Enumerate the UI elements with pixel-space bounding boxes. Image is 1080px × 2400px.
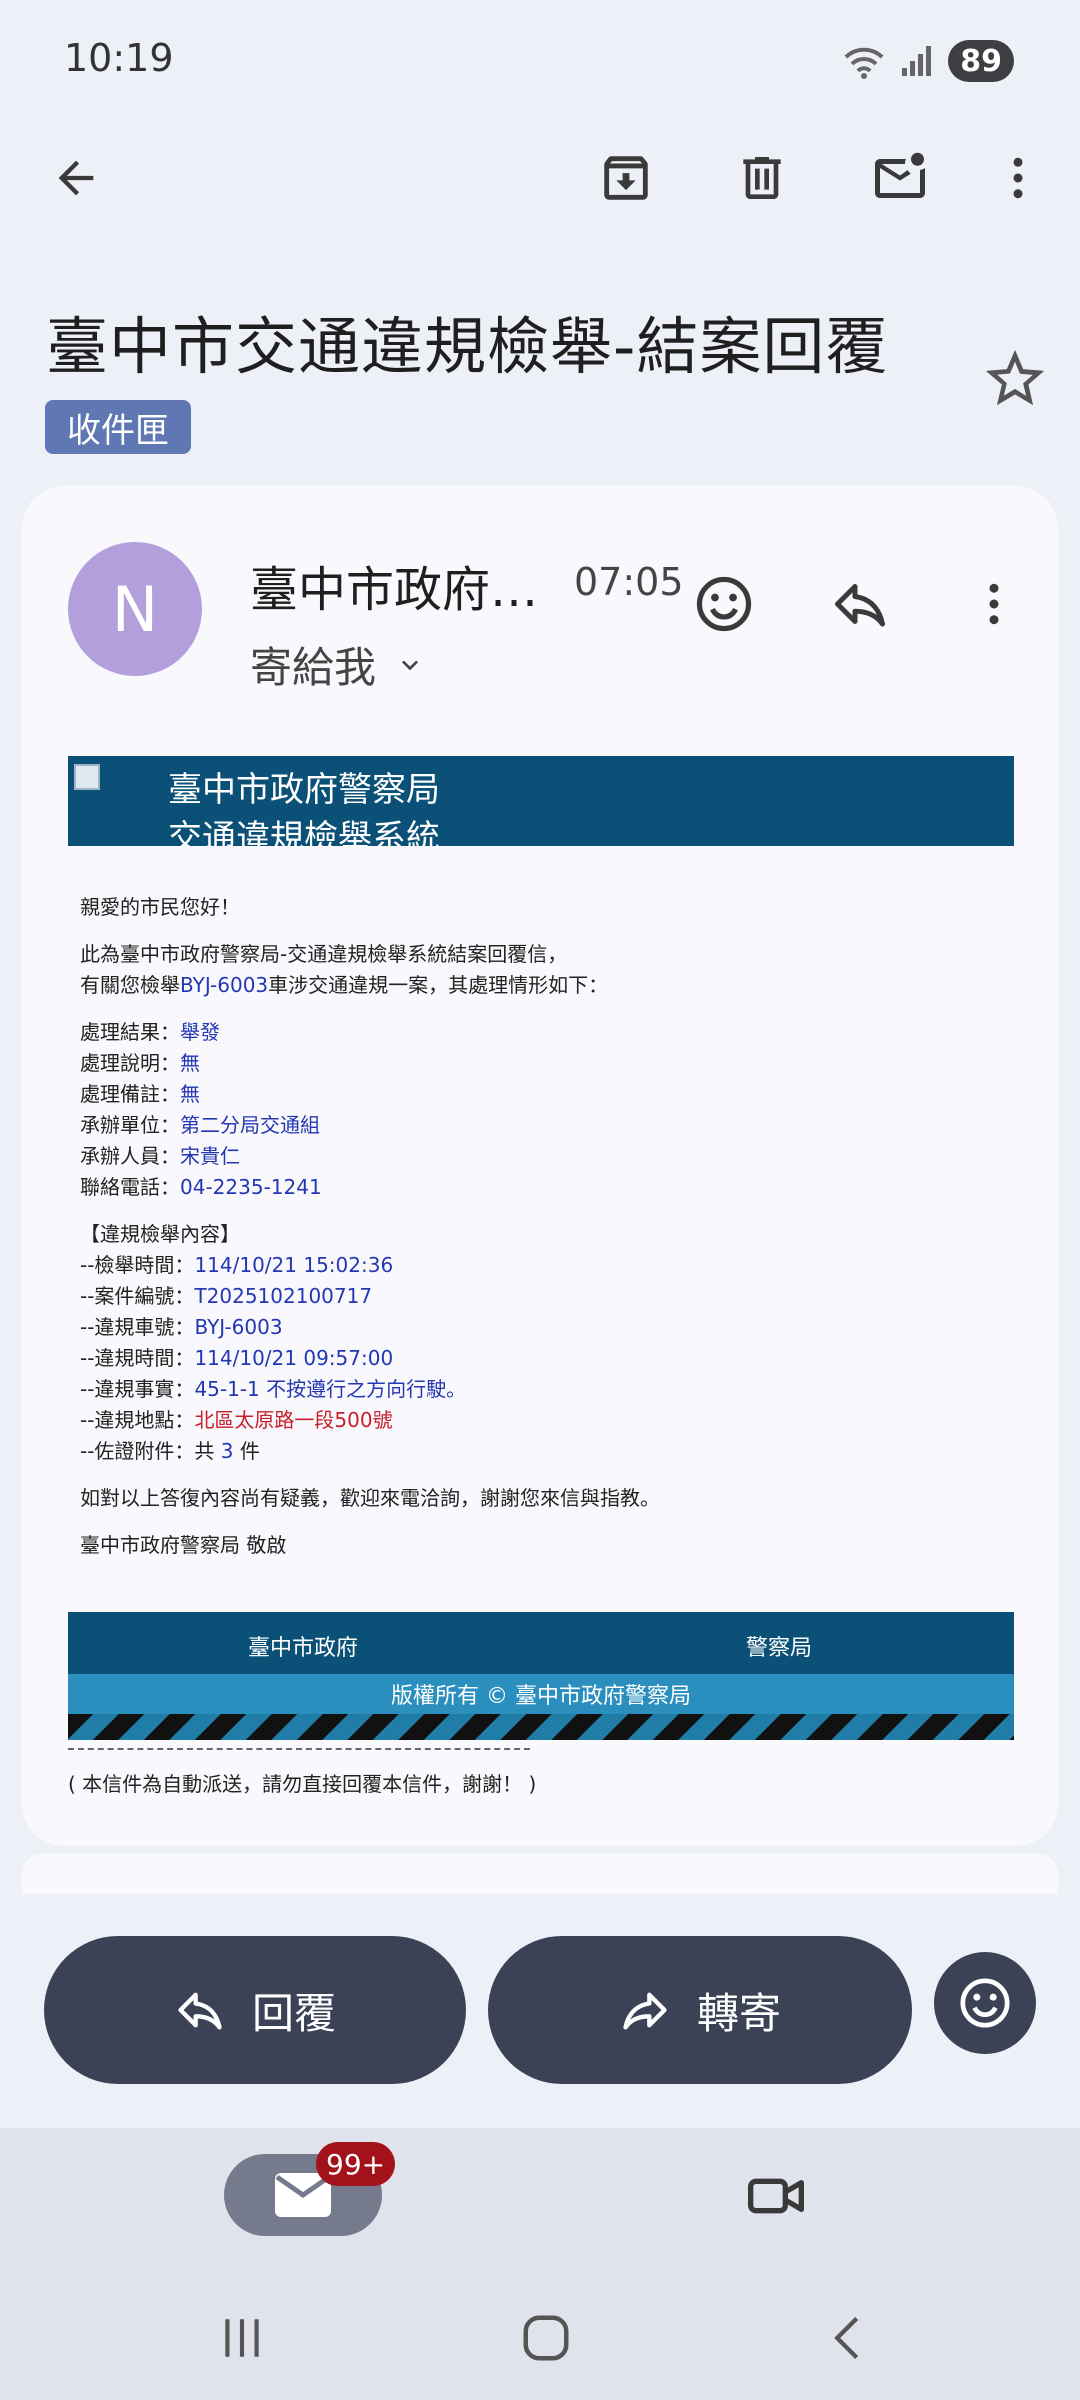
result-row: 承辦單位：第二分局交通組: [80, 1113, 320, 1137]
message-more-button[interactable]: [956, 566, 1032, 642]
archive-button[interactable]: [588, 140, 664, 216]
home-button[interactable]: [506, 2298, 586, 2378]
arrow-back-icon: [58, 160, 94, 196]
app-bar: [0, 130, 1080, 226]
phone-number-link[interactable]: 04-2235-1241: [180, 1175, 322, 1199]
detail-row: --違規時間：114/10/21 09:57:00: [80, 1346, 394, 1370]
system-back-button[interactable]: [808, 2298, 888, 2378]
status-bar: 10:19 89: [0, 0, 1080, 120]
attachment-count: 3: [220, 1439, 234, 1463]
result-row: 處理說明：無: [80, 1051, 200, 1075]
detail-row: --違規事實：45-1-1 不按遵行之方向行駛。: [80, 1377, 467, 1401]
status-icons: 89: [842, 40, 1014, 82]
detail-row: --違規地點：北區太原路一段500號: [80, 1408, 393, 1432]
emoji-icon: [960, 1978, 1010, 2028]
emoji-icon: [696, 576, 752, 632]
result-list: 處理結果：舉發 處理說明：無 處理備註：無 承辦單位：第二分局交通組 承辦人員：…: [80, 1017, 1010, 1203]
forward-button[interactable]: 轉寄: [488, 1936, 912, 2084]
more-options-button[interactable]: [980, 140, 1056, 216]
auto-send-note: ( 本信件為自動派送，請勿直接回覆本信件，謝謝！ ): [68, 1772, 537, 1796]
more-vert-icon: [1013, 157, 1023, 199]
star-button[interactable]: [980, 344, 1050, 414]
reply-icon: [178, 1992, 222, 2030]
forward-label: 轉寄: [696, 1988, 781, 2038]
nav-meet-tab[interactable]: [736, 2156, 816, 2236]
home-icon: [523, 2315, 569, 2361]
email-message-card: N 臺中市政府… 07:05 寄給我 臺中市政府警察局 交通違規檢舉系統 親愛的…: [22, 486, 1058, 1846]
recipient-details-toggle[interactable]: 寄給我: [250, 634, 426, 695]
detail-row: --違規車號：BYJ-6003: [80, 1315, 283, 1339]
bottom-nav: 99+: [0, 2128, 1080, 2400]
reply-icon-button[interactable]: [822, 566, 898, 642]
delete-button[interactable]: [724, 140, 800, 216]
mark-unread-icon: [875, 152, 925, 198]
broken-image-icon: [74, 764, 100, 790]
reply-button[interactable]: 回覆: [44, 1936, 466, 2084]
email-banner: 臺中市政府警察局 交通違規檢舉系統: [68, 756, 1014, 846]
intro-line: 此為臺中市政府警察局-交通違規檢舉系統結案回覆信，: [80, 942, 568, 966]
footer-left-text: 臺中市政府: [248, 1636, 359, 1661]
next-card-edge: [22, 1854, 1058, 1894]
result-row: 聯絡電話：04-2235-1241: [80, 1175, 322, 1199]
chevron-left-icon: [834, 2316, 859, 2360]
signal-icon: [902, 46, 932, 76]
recipient-label: 寄給我: [250, 643, 377, 692]
recents-icon: [225, 2319, 259, 2357]
detail-row: --檢舉時間：114/10/21 15:02:36: [80, 1253, 394, 1277]
reply-icon: [835, 584, 885, 627]
archive-icon: [604, 156, 648, 200]
status-time: 10:19: [64, 36, 174, 80]
recent-apps-button[interactable]: [202, 2298, 282, 2378]
intro-line: 有關您檢舉BYJ-6003車涉交通違規一案，其處理情形如下：: [80, 973, 609, 997]
result-row: 處理結果：舉發: [80, 1020, 220, 1044]
mark-unread-button[interactable]: [862, 140, 938, 216]
react-button[interactable]: [934, 1952, 1036, 2054]
star-outline-icon: [985, 349, 1045, 406]
section-title: 【違規檢舉內容】: [80, 1222, 240, 1246]
plate-number: BYJ-6003: [180, 973, 269, 997]
detail-list: 【違規檢舉內容】 --檢舉時間：114/10/21 15:02:36 --案件編…: [80, 1219, 1010, 1467]
email-body: 親愛的市民您好！ 此為臺中市政府警察局-交通違規檢舉系統結案回覆信， 有關您檢舉…: [80, 892, 1010, 1577]
detail-row: --佐證附件：共 3 件: [80, 1439, 260, 1463]
sender-name[interactable]: 臺中市政府…: [250, 550, 538, 620]
unread-badge: 99+: [316, 2142, 396, 2186]
dashed-divider: [68, 1748, 530, 1750]
bottom-actions: 回覆 轉寄: [0, 1930, 1080, 2086]
email-subject: 臺中市交通違規檢舉-結案回覆: [46, 310, 889, 383]
forward-icon: [623, 1992, 667, 2030]
message-time: 07:05: [574, 560, 684, 604]
footer-right-text: 警察局: [746, 1636, 813, 1661]
wifi-icon: [844, 47, 884, 79]
banner-title: 臺中市政府警察局: [168, 770, 440, 810]
email-footer: 臺中市政府 警察局: [68, 1612, 1014, 1674]
inbox-label-chip[interactable]: 收件匣: [45, 400, 191, 454]
chevron-down-icon: [402, 659, 419, 670]
video-camera-icon: [748, 2178, 804, 2214]
copyright-text: 版權所有 © 臺中市政府警察局: [68, 1674, 1014, 1714]
result-row: 處理備註：無: [80, 1082, 200, 1106]
closing-text: 如對以上答復內容尚有疑義，歡迎來電洽詢，謝謝您來信與指教。: [80, 1486, 660, 1510]
location-value: 北區太原路一段500號: [194, 1408, 393, 1432]
banner-subtitle: 交通違規檢舉系統: [168, 818, 440, 846]
reply-label: 回覆: [251, 1988, 336, 2038]
result-row: 承辦人員：宋貴仁: [80, 1144, 240, 1168]
decorative-stripe: [68, 1714, 1014, 1740]
sender-avatar[interactable]: N: [68, 542, 202, 676]
detail-row: --案件編號：T2025102100717: [80, 1284, 373, 1308]
add-reaction-button[interactable]: [686, 566, 762, 642]
back-button[interactable]: [38, 140, 114, 216]
trash-icon: [743, 157, 781, 199]
signature: 臺中市政府警察局 敬啟: [80, 1533, 287, 1557]
intro-paragraph: 此為臺中市政府警察局-交通違規檢舉系統結案回覆信， 有關您檢舉BYJ-6003車…: [80, 939, 1010, 1001]
more-vert-icon: [989, 583, 999, 625]
greeting: 親愛的市民您好！: [80, 895, 240, 919]
battery-indicator: 89: [948, 40, 1014, 82]
